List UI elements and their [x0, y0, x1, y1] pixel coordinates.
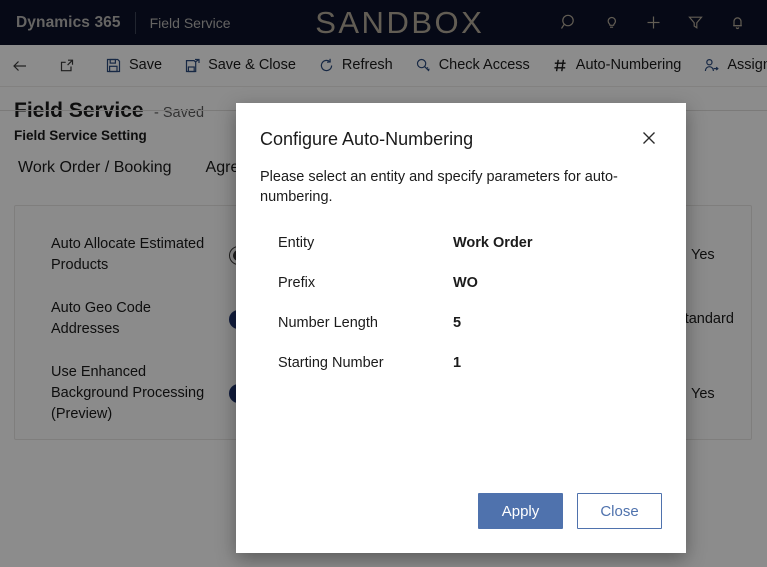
field-row-number-length: Number Length 5: [278, 313, 662, 333]
field-label-prefix: Prefix: [278, 275, 316, 291]
field-row-starting-number: Starting Number 1: [278, 353, 662, 373]
apply-button[interactable]: Apply: [478, 493, 563, 529]
field-value-prefix[interactable]: WO: [453, 273, 478, 293]
dialog-description: Please select an entity and specify para…: [260, 169, 618, 205]
field-value-entity[interactable]: Work Order: [453, 233, 533, 253]
field-label-number-length: Number Length: [278, 315, 378, 331]
field-label-starting-number: Starting Number: [278, 355, 384, 371]
field-row-prefix: Prefix WO: [278, 273, 662, 293]
close-button[interactable]: Close: [577, 493, 662, 529]
field-label-entity: Entity: [278, 235, 315, 251]
field-row-entity: Entity Work Order: [278, 233, 662, 253]
close-icon[interactable]: [636, 125, 662, 151]
dialog-title: Configure Auto-Numbering: [260, 129, 474, 149]
configure-auto-numbering-dialog: Configure Auto-Numbering Please select a…: [236, 103, 686, 553]
dialog-field-list: Entity Work Order Prefix WO Number Lengt…: [236, 207, 686, 493]
field-value-starting-number[interactable]: 1: [453, 353, 461, 373]
dialog-footer: Apply Close: [236, 493, 686, 553]
dialog-header: Configure Auto-Numbering: [236, 103, 686, 151]
app-root: Dynamics 365 Field Service SANDBOX Save …: [0, 0, 767, 567]
field-value-number-length[interactable]: 5: [453, 313, 461, 333]
